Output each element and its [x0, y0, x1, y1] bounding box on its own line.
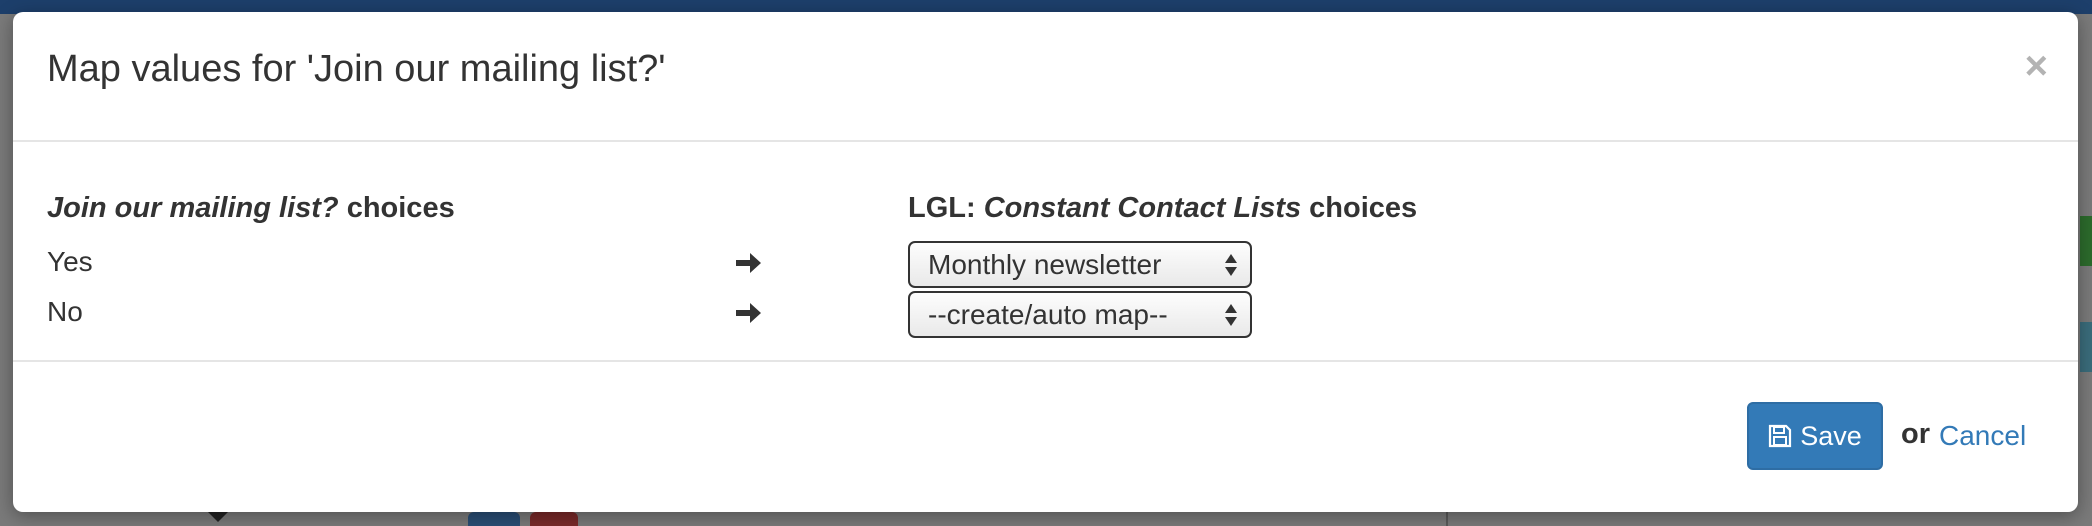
- modal-header: Map values for 'Join our mailing list?' …: [13, 12, 2078, 142]
- source-field-name: Join our mailing list?: [47, 192, 339, 224]
- save-button-label: Save: [1800, 420, 1862, 451]
- close-icon[interactable]: ×: [2025, 46, 2048, 86]
- background-button-blue: [468, 512, 520, 526]
- target-field-name: Constant Contact Lists: [983, 192, 1302, 224]
- updown-caret-icon: [1225, 304, 1237, 326]
- source-choices-header: Join our mailing list? choices: [47, 192, 455, 225]
- modal-title: Map values for 'Join our mailing list?': [47, 48, 666, 90]
- target-header-suffix: choices: [1301, 192, 1418, 224]
- arrow-right-icon: [736, 253, 761, 273]
- side-tab-teal: [2080, 322, 2092, 372]
- choice-label-yes: Yes: [47, 246, 93, 277]
- floppy-disk-icon: [1769, 424, 1792, 448]
- mapping-select-no[interactable]: --create/auto map--: [908, 291, 1252, 338]
- dropdown-caret-icon: [208, 512, 228, 522]
- background-button-red: [530, 512, 578, 526]
- side-tab-green: [2080, 216, 2092, 266]
- mapping-select-yes[interactable]: Monthly newsletter: [908, 241, 1252, 288]
- target-header-prefix: LGL:: [908, 192, 984, 224]
- mapping-select-yes-value: Monthly newsletter: [928, 249, 1162, 280]
- map-values-modal: Map values for 'Join our mailing list?' …: [13, 12, 2078, 512]
- arrow-right-icon: [736, 303, 761, 323]
- modal-footer: Save or Cancel: [13, 362, 2078, 512]
- cancel-link[interactable]: Cancel: [1939, 420, 2026, 452]
- or-text: or: [1901, 418, 1930, 450]
- modal-body: Join our mailing list? choices LGL: Cons…: [13, 142, 2078, 362]
- source-header-suffix: choices: [338, 192, 455, 224]
- choice-label-no: No: [47, 296, 83, 327]
- target-choices-header: LGL: Constant Contact Lists choices: [908, 192, 1417, 225]
- save-button[interactable]: Save: [1747, 402, 1883, 470]
- mapping-select-no-value: --create/auto map--: [928, 299, 1168, 330]
- updown-caret-icon: [1225, 254, 1237, 276]
